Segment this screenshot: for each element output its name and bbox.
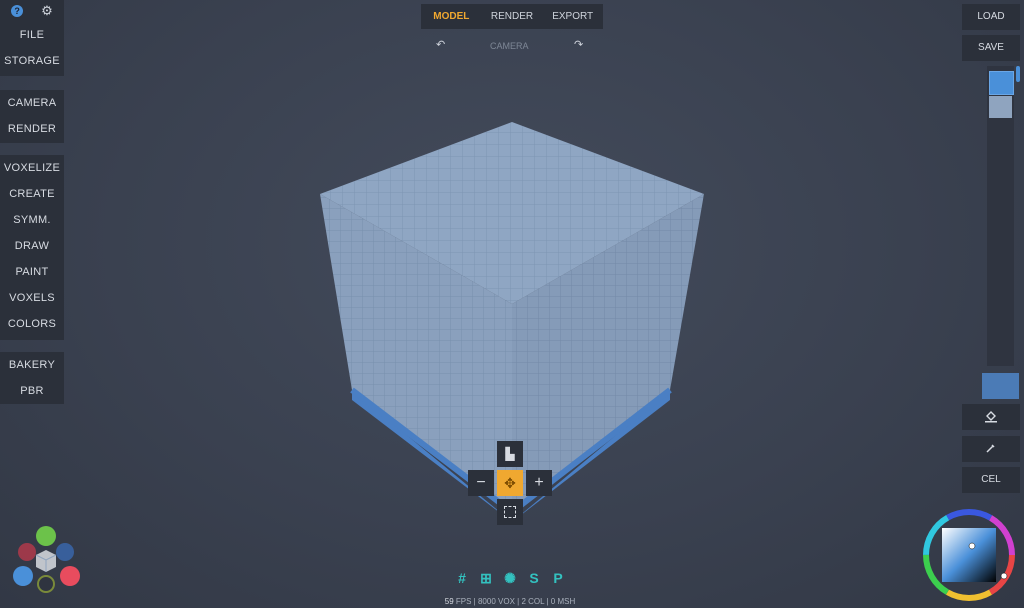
menu-render[interactable]: RENDER bbox=[0, 116, 64, 142]
current-color-swatch[interactable] bbox=[982, 373, 1019, 399]
save-button[interactable]: SAVE bbox=[962, 35, 1020, 61]
shadow-toggle-s[interactable]: S bbox=[525, 569, 543, 587]
menu-file[interactable]: FILE bbox=[0, 22, 64, 48]
paint-roller-icon: ▙ bbox=[505, 447, 515, 461]
left-panel-tools-group: VOXELIZE CREATE SYMM. DRAW PAINT VOXELS … bbox=[0, 155, 64, 340]
menu-draw[interactable]: DRAW bbox=[0, 233, 64, 259]
color-wheel[interactable] bbox=[920, 506, 1018, 604]
camera-bar: ↶ CAMERA ↷ bbox=[430, 38, 590, 54]
msh-count: 0 MSH bbox=[550, 597, 576, 606]
left-panel-camera-group: CAMERA RENDER bbox=[0, 90, 64, 143]
stats-bar: 59 FPS | 8000 VOX | 2 COL | 0 MSH bbox=[444, 597, 576, 606]
bottom-toolbar: # ⊞ ✺ S P bbox=[453, 569, 573, 587]
help-icon[interactable]: ? bbox=[11, 5, 24, 17]
col-count: 2 COL bbox=[521, 597, 545, 606]
gizmo-paint-roller-button[interactable]: ▙ bbox=[497, 441, 523, 467]
app-logo bbox=[13, 526, 80, 593]
tab-export[interactable]: EXPORT bbox=[542, 4, 603, 29]
menu-bakery[interactable]: BAKERY bbox=[0, 352, 64, 378]
gear-icon[interactable]: ⚙ bbox=[41, 3, 53, 19]
grid-square-icon[interactable]: ⊞ bbox=[477, 569, 495, 587]
menu-symm[interactable]: SYMM. bbox=[0, 207, 64, 233]
select-box-icon bbox=[504, 505, 516, 518]
palette-swatch-1[interactable] bbox=[989, 71, 1014, 95]
paint-bucket-icon bbox=[985, 411, 997, 423]
gizmo-plus-button[interactable]: + bbox=[526, 470, 552, 496]
tab-render[interactable]: RENDER bbox=[482, 4, 543, 29]
move-arrows-icon: ✥ bbox=[504, 475, 516, 491]
menu-camera[interactable]: CAMERA bbox=[0, 90, 64, 116]
eyedropper-icon bbox=[986, 444, 995, 453]
fps-value: 59 bbox=[444, 597, 454, 606]
load-button[interactable]: LOAD bbox=[962, 4, 1020, 30]
menu-pbr[interactable]: PBR bbox=[0, 378, 64, 404]
palette-swatch-2[interactable] bbox=[989, 96, 1012, 118]
left-panel-bakery-group: BAKERY PBR bbox=[0, 352, 64, 404]
palette-scrollbar[interactable] bbox=[1016, 66, 1020, 82]
top-tab-bar: MODEL RENDER EXPORT bbox=[421, 4, 603, 29]
menu-create[interactable]: CREATE bbox=[0, 181, 64, 207]
redo-icon[interactable]: ↷ bbox=[574, 38, 583, 51]
gizmo-minus-button[interactable]: − bbox=[468, 470, 494, 496]
fill-button[interactable] bbox=[962, 404, 1020, 430]
light-icon[interactable]: ✺ bbox=[501, 569, 519, 587]
camera-label: CAMERA bbox=[490, 41, 529, 51]
left-panel-top: ? ⚙ FILE STORAGE bbox=[0, 0, 64, 76]
fps-label: FPS bbox=[455, 597, 472, 606]
menu-storage[interactable]: STORAGE bbox=[0, 48, 64, 74]
gizmo-move-button[interactable]: ✥ bbox=[497, 470, 523, 496]
menu-paint[interactable]: PAINT bbox=[0, 259, 64, 285]
menu-voxels[interactable]: VOXELS bbox=[0, 285, 64, 311]
pbr-toggle-p[interactable]: P bbox=[549, 569, 567, 587]
gizmo-select-button[interactable] bbox=[497, 499, 523, 525]
tab-model[interactable]: MODEL bbox=[421, 4, 482, 29]
vox-count: 8000 VOX bbox=[477, 597, 515, 606]
picker-button[interactable] bbox=[962, 436, 1020, 462]
menu-voxelize[interactable]: VOXELIZE bbox=[0, 155, 64, 181]
cel-button[interactable]: CEL bbox=[962, 467, 1020, 493]
undo-icon[interactable]: ↶ bbox=[436, 38, 445, 51]
grid-icon[interactable]: # bbox=[453, 569, 471, 587]
menu-colors[interactable]: COLORS bbox=[0, 311, 64, 337]
